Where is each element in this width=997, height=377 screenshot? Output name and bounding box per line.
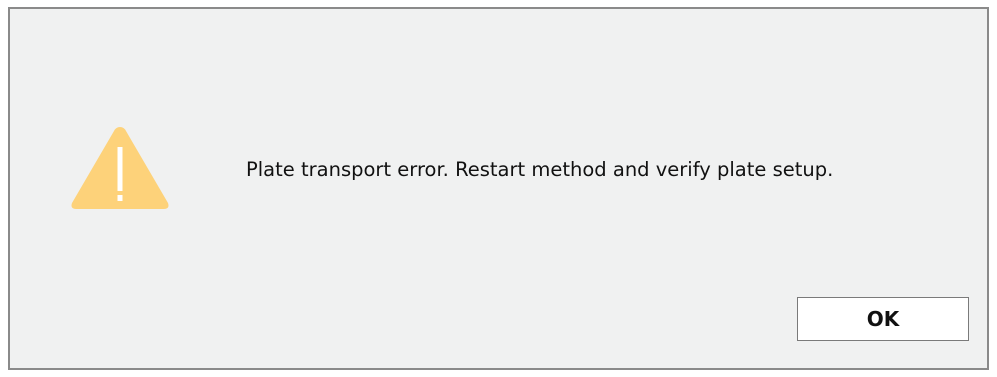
warning-icon	[68, 121, 172, 213]
error-dialog: Plate transport error. Restart method an…	[8, 7, 989, 370]
ok-button[interactable]: OK	[797, 297, 969, 341]
error-message: Plate transport error. Restart method an…	[246, 158, 834, 181]
